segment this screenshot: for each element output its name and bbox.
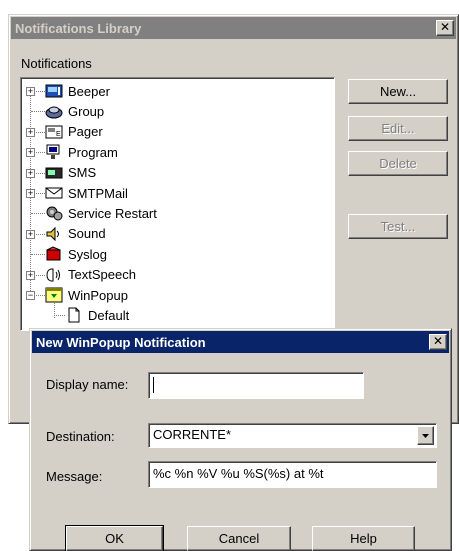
library-close-button[interactable]: ✕ (436, 20, 454, 36)
delete-button-label: Delete (379, 156, 417, 171)
tree-connector (31, 111, 45, 113)
new-button-label: New... (379, 84, 417, 99)
close-icon: ✕ (439, 20, 451, 34)
expand-icon[interactable]: + (26, 148, 35, 158)
chevron-down-icon (422, 433, 429, 438)
svg-text:E: E (56, 131, 61, 138)
beeper-icon (45, 83, 63, 99)
expand-icon[interactable]: + (26, 87, 35, 96)
tree-item-label: TextSpeech (68, 267, 136, 283)
tree-item[interactable]: SMTPMail (45, 183, 128, 203)
test-button-label: Test... (380, 219, 416, 234)
tree-connector (54, 303, 55, 318)
winpopup-icon (45, 287, 63, 303)
help-button-label: Help (350, 531, 377, 546)
library-titlebar[interactable]: Notifications Library ✕ (11, 17, 456, 39)
edit-button[interactable]: Edit... (348, 116, 448, 141)
tree-item[interactable]: E Pager (45, 122, 103, 142)
pager-icon: E (45, 124, 63, 140)
service-restart-icon (45, 205, 63, 221)
test-button[interactable]: Test... (348, 214, 448, 239)
mail-icon (45, 185, 63, 201)
cancel-button[interactable]: Cancel (187, 526, 291, 551)
edit-button-label: Edit... (381, 121, 415, 136)
tree-item-label: Program (68, 144, 118, 160)
expand-icon[interactable]: + (26, 189, 35, 198)
tree-item[interactable]: Syslog (45, 244, 107, 264)
expand-icon[interactable]: + (26, 229, 35, 239)
notifications-tree[interactable]: + Beeper Group + E Pager + Program + SMS + SMTPMail… (20, 77, 335, 331)
tree-item-label: Default (88, 307, 130, 323)
tree-item-label: Service Restart (68, 205, 157, 221)
tree-item[interactable]: WinPopup (45, 285, 128, 305)
tree-item[interactable]: TextSpeech (45, 265, 136, 285)
document-icon (65, 307, 83, 323)
tree-connector (31, 254, 45, 256)
display-name-input[interactable] (148, 372, 364, 399)
tree-item-label: Syslog (68, 246, 108, 262)
tree-child-item[interactable]: Default (65, 305, 129, 325)
destination-value: CORRENTE* (153, 427, 232, 442)
ok-button[interactable]: OK (65, 525, 164, 551)
notifications-group-label: Notifications (21, 56, 92, 71)
tree-item[interactable]: Group (45, 101, 104, 121)
tree-item-label: SMS (68, 165, 97, 181)
tree-connector (31, 213, 45, 215)
tree-item-label: Sound (68, 226, 106, 242)
message-label: Message: (46, 469, 103, 484)
new-button[interactable]: New... (348, 79, 448, 104)
message-value: %c %n %V %u %S(%s) at %t (153, 466, 324, 481)
message-input[interactable]: %c %n %V %u %S(%s) at %t (148, 461, 437, 488)
library-title: Notifications Library (15, 20, 142, 36)
destination-label: Destination: (46, 429, 115, 444)
collapse-icon[interactable]: − (26, 291, 35, 300)
ok-button-label: OK (105, 531, 124, 546)
dialog-titlebar[interactable]: New WinPopup Notification ✕ (32, 331, 449, 353)
expand-icon[interactable]: + (26, 168, 35, 178)
expand-icon[interactable]: + (26, 270, 35, 280)
dialog-title: New WinPopup Notification (36, 334, 206, 350)
tree-connector (54, 315, 65, 317)
dialog-close-button[interactable]: ✕ (429, 334, 447, 350)
display-name-label: Display name: (46, 377, 129, 392)
syslog-icon (45, 246, 63, 262)
text-caret (153, 377, 154, 393)
expand-icon[interactable]: + (26, 127, 35, 137)
tree-item[interactable]: Sound (45, 224, 106, 244)
tree-item[interactable]: Beeper (45, 81, 110, 101)
text-speech-icon (45, 267, 63, 283)
new-winpopup-dialog: New WinPopup Notification ✕ Display name… (29, 328, 452, 551)
tree-item[interactable]: Service Restart (45, 203, 157, 223)
destination-select[interactable]: CORRENTE* (148, 423, 437, 448)
program-icon (45, 144, 63, 160)
tree-item-label: SMTPMail (68, 185, 128, 201)
cancel-button-label: Cancel (218, 531, 260, 546)
tree-item[interactable]: SMS (45, 163, 96, 183)
group-icon (45, 103, 63, 119)
help-button[interactable]: Help (312, 526, 415, 551)
tree-item-label: Group (68, 103, 105, 119)
close-icon: ✕ (432, 334, 444, 348)
delete-button[interactable]: Delete (348, 151, 448, 176)
tree-item[interactable]: Program (45, 142, 118, 162)
sound-icon (45, 226, 63, 242)
tree-item-label: Pager (68, 124, 103, 140)
tree-item-label: WinPopup (68, 287, 128, 303)
tree-item-label: Beeper (68, 83, 110, 99)
destination-dropdown-button[interactable] (417, 426, 434, 445)
sms-icon (45, 165, 63, 181)
